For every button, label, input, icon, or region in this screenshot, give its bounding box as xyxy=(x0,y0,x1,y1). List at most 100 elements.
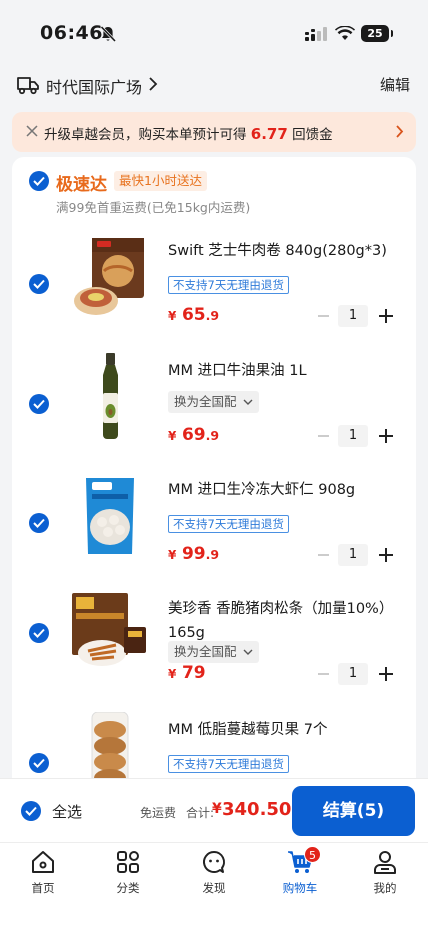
price-integer: 65 xyxy=(181,305,206,325)
chevron-right-icon xyxy=(149,77,158,91)
chevron-down-icon xyxy=(243,399,253,405)
cart-item: MM 进口牛油果油 1L 换为全国配 ¥ 69.9 1 xyxy=(12,353,416,471)
tab-home[interactable]: 首页 xyxy=(13,849,73,901)
total-amount: 340.50 xyxy=(222,799,292,820)
cart-item: 美珍香 香脆猪肉松条（加量10%）165g 换为全国配 ¥ 79 1 xyxy=(12,591,416,721)
total-currency: ¥ xyxy=(212,801,222,817)
switch-national-label: 换为全国配 xyxy=(174,394,237,409)
price-currency: ¥ xyxy=(168,309,177,323)
item-price: ¥ 99.9 xyxy=(168,544,219,564)
item-name[interactable]: MM 低脂蔓越莓贝果 7个 xyxy=(168,718,404,742)
checkmark-icon xyxy=(33,279,45,289)
no-return-tag: 不支持7天无理由退货 xyxy=(168,276,289,294)
tab-profile[interactable]: 我的 xyxy=(355,849,415,901)
close-icon[interactable] xyxy=(26,125,38,137)
checkmark-icon xyxy=(33,518,45,528)
minus-button[interactable] xyxy=(318,315,329,317)
item-name[interactable]: 美珍香 香脆猪肉松条（加量10%）165g xyxy=(168,597,404,645)
select-all-label[interactable]: 全选 xyxy=(52,801,82,822)
item-select-checkbox[interactable] xyxy=(29,753,49,773)
checkmark-icon xyxy=(33,628,45,638)
address-label[interactable]: 时代国际广场 xyxy=(46,74,142,98)
checkmark-icon xyxy=(33,176,45,186)
checkout-button[interactable]: 结算(5) xyxy=(292,786,415,836)
switch-national-delivery-button[interactable]: 换为全国配 xyxy=(168,391,259,413)
tab-label: 发现 xyxy=(202,881,226,895)
product-image[interactable] xyxy=(70,472,150,562)
total-label: 合计: xyxy=(186,806,215,820)
checkmark-icon xyxy=(33,399,45,409)
price-integer: 69 xyxy=(181,425,206,445)
tab-label: 首页 xyxy=(31,881,55,895)
item-select-checkbox[interactable] xyxy=(29,513,49,533)
edit-button[interactable]: 编辑 xyxy=(380,74,410,95)
item-select-checkbox[interactable] xyxy=(29,623,49,643)
cart-card: 极速达 最快1小时送达 满99免首重运费(已免15kg内运费) Swift 芝士… xyxy=(12,157,416,797)
tab-label: 购物车 xyxy=(282,881,318,895)
item-price: ¥ 69.9 xyxy=(168,425,219,445)
status-time: 06:46 xyxy=(40,22,103,44)
tab-label: 我的 xyxy=(373,881,397,895)
item-select-checkbox[interactable] xyxy=(29,394,49,414)
quantity-value[interactable]: 1 xyxy=(338,425,368,447)
item-price: ¥ 65.9 xyxy=(168,305,219,325)
banner-text: 升级卓越会员，购买本单预计可得 6.77 回馈金 xyxy=(44,123,333,143)
quantity-stepper: 1 xyxy=(318,544,398,566)
item-name[interactable]: Swift 芝士牛肉卷 840g(280g*3) xyxy=(168,239,404,263)
tab-discover[interactable]: 发现 xyxy=(184,849,244,901)
quantity-value[interactable]: 1 xyxy=(338,544,368,566)
plus-button[interactable] xyxy=(378,308,394,324)
checkmark-icon xyxy=(25,806,37,816)
checkmark-icon xyxy=(33,758,45,768)
bottom-tab-bar: 首页 分类 发现 5 购物车 我的 xyxy=(0,842,428,930)
quantity-value[interactable]: 1 xyxy=(338,663,368,685)
product-image[interactable] xyxy=(70,353,150,443)
quantity-stepper: 1 xyxy=(318,663,398,685)
banner-amount: 6.77 xyxy=(250,125,288,143)
minus-button[interactable] xyxy=(318,554,329,556)
product-image[interactable] xyxy=(70,233,150,323)
item-name[interactable]: MM 进口生冷冻大虾仁 908g xyxy=(168,478,404,502)
status-bar: 06:46 25 xyxy=(0,0,428,66)
no-return-tag: 不支持7天无理由退货 xyxy=(168,755,289,773)
tab-cart[interactable]: 5 购物车 xyxy=(270,846,330,901)
home-icon xyxy=(32,851,54,873)
quantity-stepper: 1 xyxy=(318,305,398,327)
price-integer: 99 xyxy=(181,544,206,564)
minus-button[interactable] xyxy=(318,673,329,675)
banner-text-after: 回馈金 xyxy=(292,127,333,143)
banner-text-before: 升级卓越会员，购买本单预计可得 xyxy=(44,127,247,143)
shop-title: 极速达 xyxy=(56,175,107,195)
address-bar[interactable]: 时代国际广场 编辑 xyxy=(0,66,428,106)
plus-button[interactable] xyxy=(378,428,394,444)
chevron-right-icon xyxy=(396,125,404,138)
member-upgrade-banner[interactable]: 升级卓越会员，购买本单预计可得 6.77 回馈金 xyxy=(12,112,416,152)
free-shipping-label: 免运费 xyxy=(140,806,177,820)
delivery-tag: 最快1小时送达 xyxy=(114,171,207,191)
plus-button[interactable] xyxy=(378,547,394,563)
discover-icon xyxy=(203,851,225,873)
tab-category[interactable]: 分类 xyxy=(98,849,158,901)
price-currency: ¥ xyxy=(168,667,177,681)
quantity-stepper: 1 xyxy=(318,425,398,447)
bell-off-icon xyxy=(100,25,117,43)
select-all-checkbox[interactable] xyxy=(21,801,41,821)
profile-icon xyxy=(374,851,396,874)
item-select-checkbox[interactable] xyxy=(29,274,49,294)
minus-button[interactable] xyxy=(318,435,329,437)
item-name[interactable]: MM 进口牛油果油 1L xyxy=(168,359,404,383)
tab-label: 分类 xyxy=(116,881,140,895)
plus-button[interactable] xyxy=(378,666,394,682)
cart-item: Swift 芝士牛肉卷 840g(280g*3) 不支持7天无理由退货 ¥ 65… xyxy=(12,233,416,351)
cart-item: MM 进口生冷冻大虾仁 908g 不支持7天无理由退货 ¥ 99.9 1 xyxy=(12,472,416,590)
wifi-icon xyxy=(335,26,355,40)
switch-national-delivery-button[interactable]: 换为全国配 xyxy=(168,641,259,663)
battery-icon: 25 xyxy=(361,25,393,42)
cart-count-badge: 5 xyxy=(304,846,321,863)
shop-select-checkbox[interactable] xyxy=(29,171,49,191)
price-decimal: .9 xyxy=(205,428,220,443)
no-return-tag: 不支持7天无理由退货 xyxy=(168,515,289,533)
category-icon xyxy=(117,851,139,873)
product-image[interactable] xyxy=(70,591,150,681)
quantity-value[interactable]: 1 xyxy=(338,305,368,327)
